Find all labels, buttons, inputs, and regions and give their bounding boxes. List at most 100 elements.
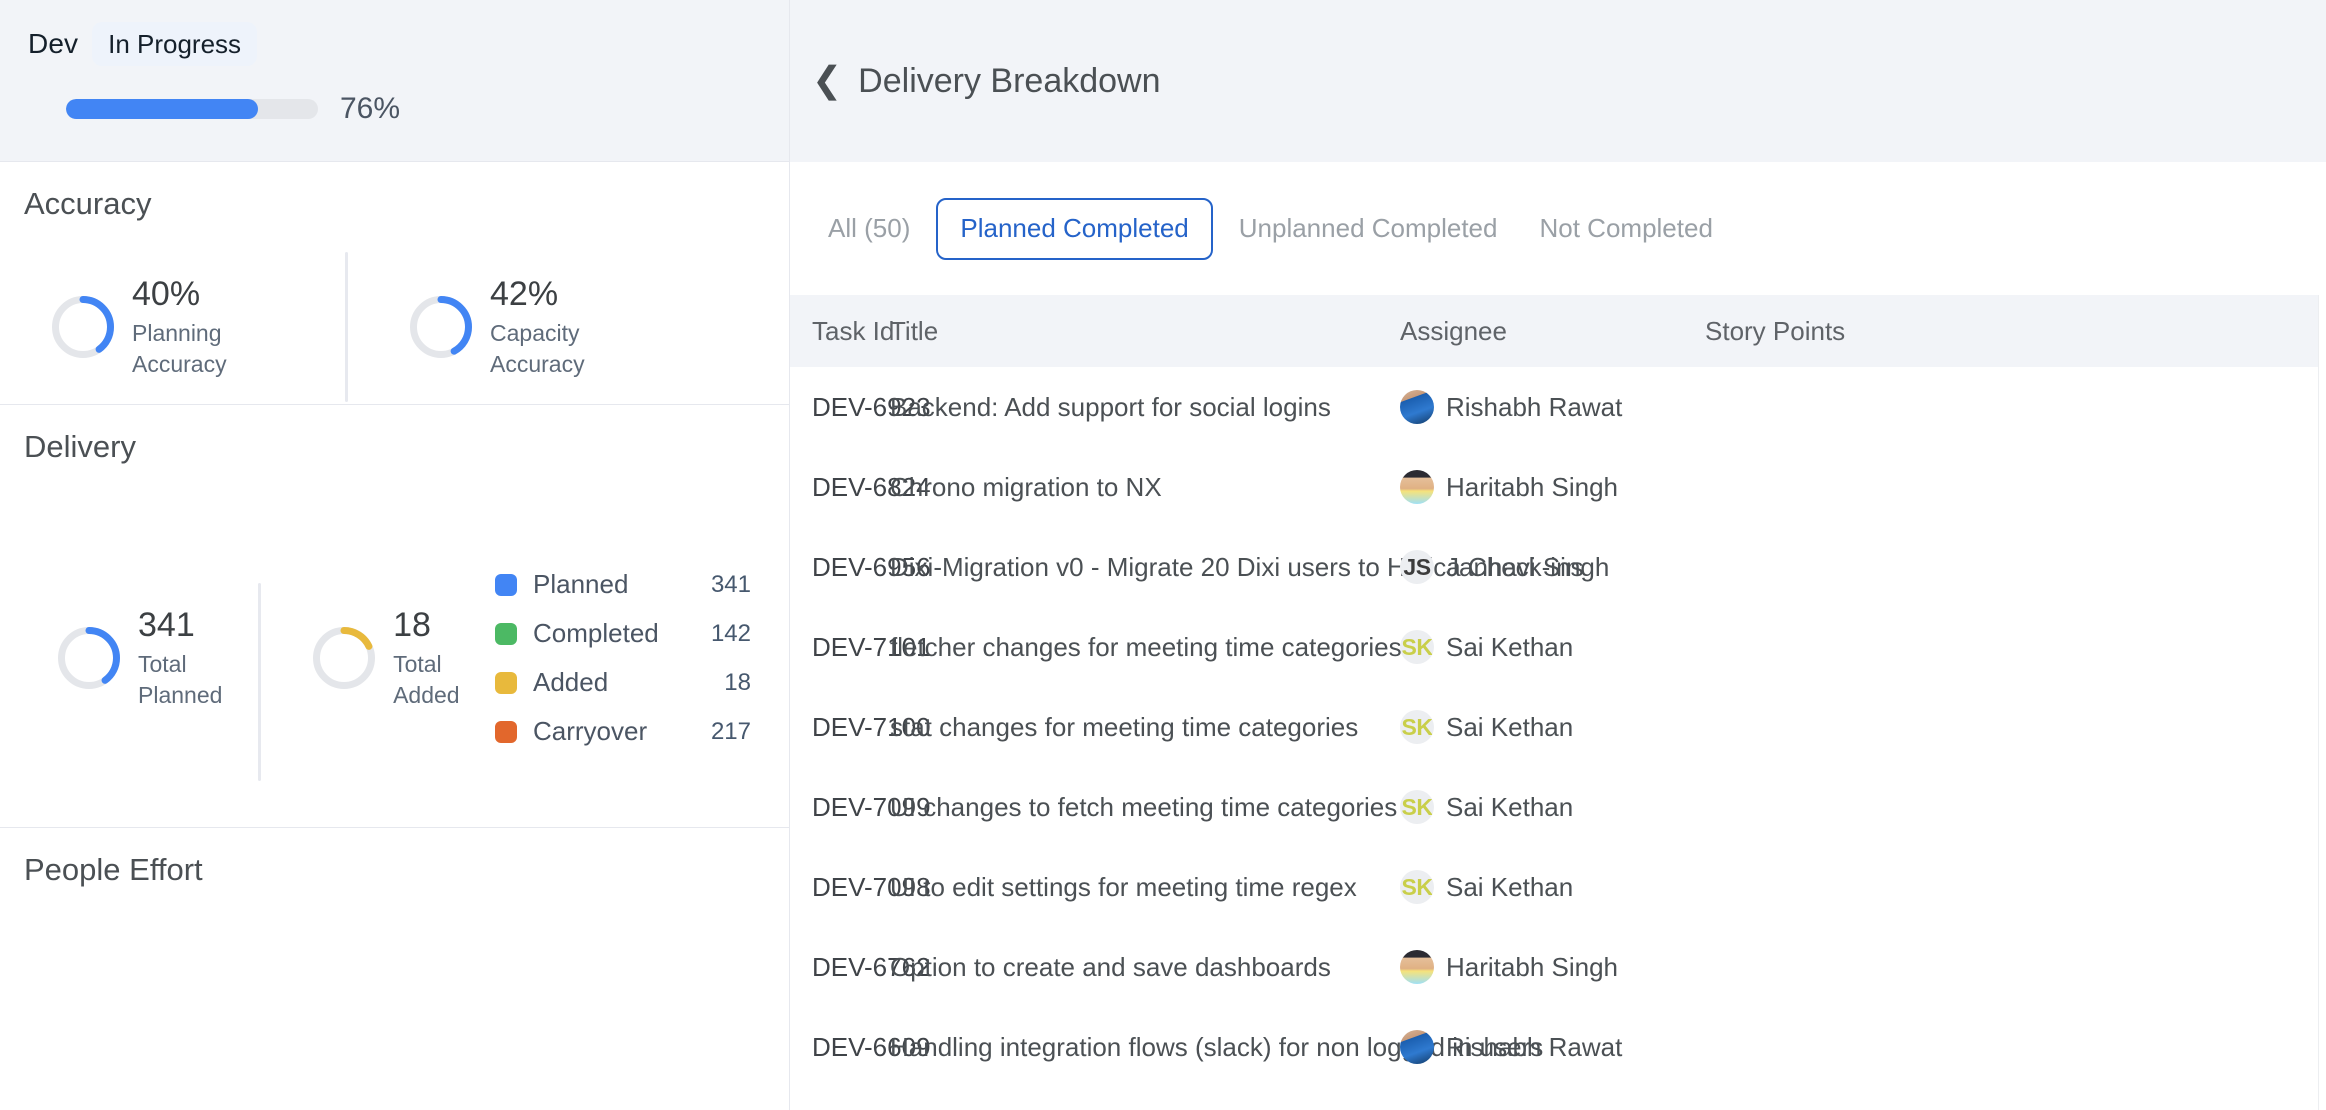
accuracy-card: Accuracy 40% Planning Accuracy 42% Capac… (0, 162, 789, 405)
table-row[interactable]: DEV-7099 UI changes to fetch meeting time… (790, 767, 2326, 847)
avatar (1400, 1030, 1434, 1064)
delivery-breakdown-pane: ❮ Delivery Breakdown All (50) Planned Com… (790, 0, 2326, 1110)
detail-header: ❮ Delivery Breakdown (790, 0, 2326, 162)
legend-value: 18 (724, 668, 751, 696)
sprint-title-row: Dev In Progress (28, 22, 789, 66)
tab-unplanned-completed[interactable]: Unplanned Completed (1223, 198, 1514, 260)
table-row[interactable]: DEV-6956 Dixi-Migration v0 - Migrate 20 D… (790, 527, 2326, 607)
legend-label: Added (533, 667, 609, 697)
breakdown-table: Task Id Title Assignee Story Points DEV-… (790, 295, 2326, 1087)
cell-title: Backend: Add support for social logins (890, 391, 1331, 422)
table-row[interactable]: DEV-7101 fletcher changes for meeting tim… (790, 607, 2326, 687)
vertical-scrollbar[interactable] (2318, 295, 2326, 1110)
avatar: SK (1400, 790, 1434, 824)
total-planned-text: 341 Total Planned (138, 606, 222, 710)
progress-percent-label: 76% (340, 92, 401, 125)
tab-planned-completed[interactable]: Planned Completed (936, 197, 1213, 260)
cell-assignee: Rishabh Rawat (1400, 1030, 1705, 1064)
column-header-assignee: Assignee (1400, 315, 1507, 346)
total-planned-label: Total Planned (138, 651, 223, 708)
table-row[interactable]: DEV-6824 Chrono migration to NX Haritabh S… (790, 447, 2326, 527)
status-badge: In Progress (92, 22, 258, 66)
sprint-progress-row: 76% (28, 92, 789, 126)
legend-value: 217 (710, 717, 751, 745)
cell-title: stat changes for meeting time categories (890, 711, 1359, 742)
planning-accuracy-donut (52, 296, 114, 358)
cell-assignee: SK Sai Kethan (1400, 790, 1705, 824)
people-effort-card: People Effort (0, 828, 789, 1110)
cell-title: Option to create and save dashboards (890, 951, 1331, 982)
legend-color-swatch (495, 671, 517, 694)
legend-label: Carryover (533, 716, 648, 746)
tab-all-50[interactable]: All (50) (812, 198, 926, 260)
tab-not-completed[interactable]: Not Completed (1523, 198, 1728, 260)
legend-label: Planned (533, 569, 629, 599)
delivery-metrics-row: 341 Total Planned 18 Total Added Planned… (0, 569, 789, 781)
table-body: DEV-6923 Backend: Add support for social … (790, 367, 2326, 1087)
delivery-legend: Planned 341 Completed 142 Added 18 Carryover 21… (495, 569, 789, 748)
table-row[interactable]: DEV-7100 stat changes for meeting time ca… (790, 687, 2326, 767)
avatar (1400, 470, 1434, 504)
cell-assignee: JS Janhavi Singh (1400, 550, 1705, 584)
planning-accuracy-label: Planning Accuracy (132, 320, 227, 377)
chevron-left-icon[interactable]: ❮ (812, 62, 842, 98)
cell-title: fletcher changes for meeting time catego… (890, 631, 1402, 662)
planning-accuracy-text: 40% Planning Accuracy (132, 275, 227, 379)
metric-planning-accuracy: 40% Planning Accuracy (0, 252, 345, 402)
capacity-accuracy-value: 42% (490, 275, 559, 314)
cell-title: UI changes to fetch meeting time categor… (890, 791, 1398, 822)
people-effort-title: People Effort (24, 852, 203, 887)
legend-item: Carryover 217 (495, 716, 751, 748)
assignee-name: Haritabh Singh (1446, 951, 1618, 982)
legend-value: 142 (710, 619, 751, 647)
cell-title: UI to edit settings for meeting time reg… (890, 871, 1357, 902)
column-header-task-id: Task Id (812, 315, 895, 346)
capacity-accuracy-label: Capacity Accuracy (490, 320, 585, 377)
capacity-accuracy-text: 42% Capacity Accuracy (490, 275, 585, 379)
page-title: Delivery Breakdown (858, 61, 1161, 100)
legend-label: Completed (533, 618, 659, 648)
assignee-name: Sai Kethan (1446, 871, 1574, 902)
legend-color-swatch (495, 573, 517, 596)
table-row[interactable]: DEV-6923 Backend: Add support for social … (790, 367, 2326, 447)
column-header-story-points: Story Points (1705, 315, 1846, 346)
planning-accuracy-value: 40% (132, 275, 201, 314)
avatar: SK (1400, 870, 1434, 904)
cell-assignee: SK Sai Kethan (1400, 710, 1705, 744)
sprint-header-card: Dev In Progress 76% (0, 0, 789, 162)
total-added-label: Total Added (393, 651, 460, 708)
legend-item: Completed 142 (495, 618, 751, 650)
delivery-title: Delivery (24, 429, 136, 464)
delivery-breakdown-screen: Dev In Progress 76% Accuracy 40% Plannin… (0, 0, 2326, 1110)
assignee-name: Sai Kethan (1446, 631, 1574, 662)
legend-color-swatch (495, 720, 517, 743)
cell-assignee: SK Sai Kethan (1400, 630, 1705, 664)
progress-bar-fill (66, 99, 258, 119)
column-header-title: Title (890, 315, 939, 346)
total-added-text: 18 Total Added (393, 606, 460, 710)
table-row[interactable]: DEV-7098 UI to edit settings for meeting … (790, 847, 2326, 927)
cell-assignee: Haritabh Singh (1400, 950, 1705, 984)
cell-assignee: Haritabh Singh (1400, 470, 1705, 504)
total-planned-donut (58, 627, 120, 689)
cell-assignee: Rishabh Rawat (1400, 390, 1705, 424)
avatar (1400, 390, 1434, 424)
assignee-name: Haritabh Singh (1446, 471, 1618, 502)
legend-value: 341 (710, 570, 751, 598)
assignee-name: Rishabh Rawat (1446, 391, 1623, 422)
metric-capacity-accuracy: 42% Capacity Accuracy (348, 252, 585, 402)
avatar: SK (1400, 710, 1434, 744)
avatar (1400, 950, 1434, 984)
legend-item: Added 18 (495, 667, 751, 699)
avatar: SK (1400, 630, 1434, 664)
metric-total-added: 18 Total Added (261, 583, 495, 733)
assignee-name: Rishabh Rawat (1446, 1031, 1623, 1062)
accuracy-metrics-row: 40% Planning Accuracy 42% Capacity Accur… (0, 252, 789, 402)
assignee-name: Sai Kethan (1446, 711, 1574, 742)
sprint-summary-pane: Dev In Progress 76% Accuracy 40% Plannin… (0, 0, 790, 1110)
cell-title: Chrono migration to NX (890, 471, 1162, 502)
table-row[interactable]: DEV-6762 Option to create and save dashbo… (790, 927, 2326, 1007)
total-added-value: 18 (393, 606, 431, 645)
table-row[interactable]: DEV-6609 Handling integration flows (slac… (790, 1007, 2326, 1087)
capacity-accuracy-donut (410, 296, 472, 358)
